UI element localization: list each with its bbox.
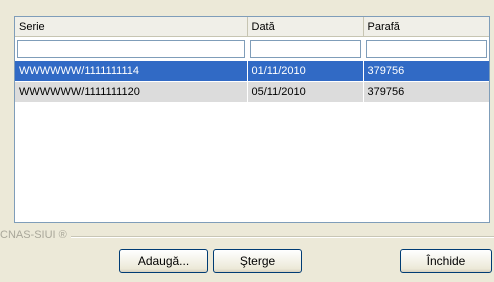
filter-serie-input[interactable]: [17, 40, 245, 58]
cell-data[interactable]: 05/11/2010: [247, 81, 364, 103]
column-header-data[interactable]: Dată: [247, 17, 364, 37]
cell-parafa[interactable]: 379756: [363, 61, 489, 82]
filter-cell-data: [247, 36, 364, 61]
dialog-window: Serie Dată Parafă WWWWWW/1111111114 01/1…: [0, 0, 494, 282]
filter-cell-parafa: [363, 36, 489, 61]
table-row[interactable]: WWWWWW/1111111120 05/11/2010 379756: [15, 81, 489, 103]
cell-data[interactable]: 01/11/2010: [247, 61, 364, 82]
add-button[interactable]: Adaugă...: [119, 249, 208, 273]
table-row[interactable]: WWWWWW/1111111114 01/11/2010 379756: [15, 61, 489, 82]
delete-button[interactable]: Şterge: [213, 249, 302, 273]
column-header-serie[interactable]: Serie: [15, 17, 248, 37]
filter-parafa-input[interactable]: [365, 40, 487, 58]
filter-row: [15, 36, 489, 61]
records-grid: Serie Dată Parafă WWWWWW/1111111114 01/1…: [14, 16, 490, 223]
column-header-parafa[interactable]: Parafă: [363, 17, 489, 37]
records-table: Serie Dată Parafă WWWWWW/1111111114 01/1…: [15, 17, 489, 103]
cell-serie[interactable]: WWWWWW/1111111120: [15, 81, 248, 103]
cell-serie[interactable]: WWWWWW/1111111114: [15, 61, 248, 82]
group-label: CNAS-SIUI ®: [0, 229, 71, 241]
header-row: Serie Dată Parafă: [15, 17, 489, 37]
filter-data-input[interactable]: [249, 40, 361, 58]
filter-cell-serie: [15, 36, 248, 61]
close-button[interactable]: Închide: [400, 249, 492, 273]
group-separator: [60, 236, 494, 238]
cell-parafa[interactable]: 379756: [363, 81, 489, 103]
